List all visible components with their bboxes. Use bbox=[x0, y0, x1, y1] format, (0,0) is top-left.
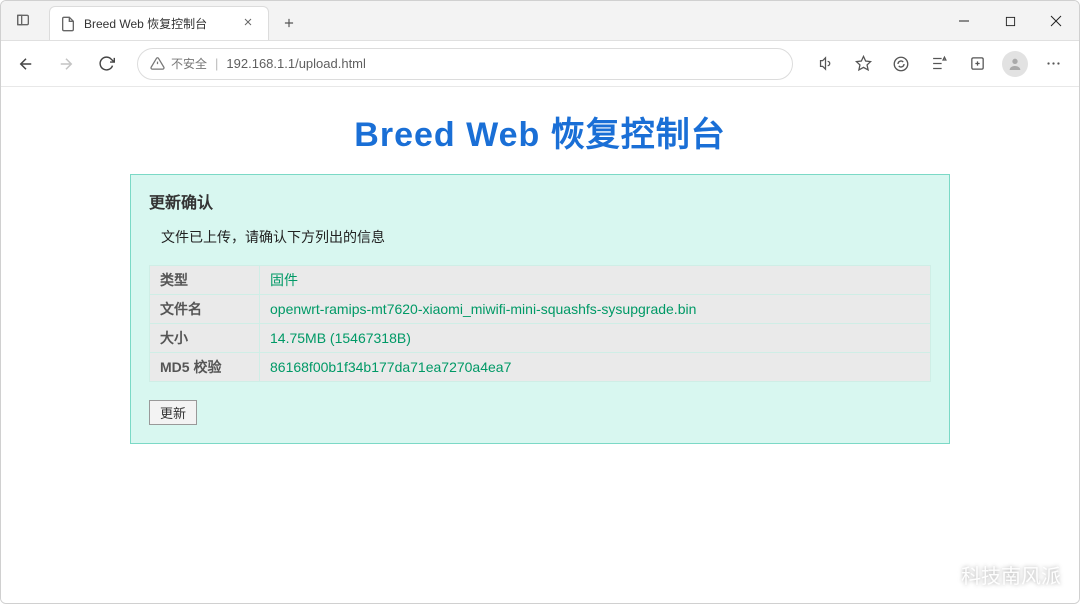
page-title: Breed Web 恢复控制台 bbox=[1, 107, 1079, 156]
info-table: 类型 固件 文件名 openwrt-ramips-mt7620-xiaomi_m… bbox=[149, 265, 931, 382]
browser-window: Breed Web 恢复控制台 不安全 | bbox=[0, 0, 1080, 604]
read-aloud-button[interactable] bbox=[807, 47, 843, 81]
more-button[interactable] bbox=[1035, 47, 1071, 81]
row-value-type: 固件 bbox=[260, 266, 931, 295]
page-viewport: Breed Web 恢复控制台 更新确认 文件已上传，请确认下方列出的信息 类型… bbox=[1, 87, 1079, 603]
favorite-button[interactable] bbox=[845, 47, 881, 81]
row-label-filename: 文件名 bbox=[150, 295, 260, 324]
window-maximize-button[interactable] bbox=[987, 1, 1033, 41]
warning-icon bbox=[150, 56, 165, 71]
table-row: MD5 校验 86168f00b1f34b177da71ea7270a4ea7 bbox=[150, 353, 931, 382]
tab-close-icon[interactable] bbox=[242, 16, 258, 32]
row-value-size: 14.75MB (15467318B) bbox=[260, 324, 931, 353]
window-minimize-button[interactable] bbox=[941, 1, 987, 41]
profile-button[interactable] bbox=[997, 47, 1033, 81]
panel-note: 文件已上传，请确认下方列出的信息 bbox=[161, 227, 931, 247]
avatar-icon bbox=[1002, 51, 1028, 77]
sync-button[interactable] bbox=[883, 47, 919, 81]
watermark: 科技南风派 bbox=[925, 560, 1061, 589]
watermark-text: 科技南风派 bbox=[961, 560, 1061, 589]
window-close-button[interactable] bbox=[1033, 1, 1079, 41]
update-button[interactable]: 更新 bbox=[149, 400, 197, 425]
new-tab-button[interactable] bbox=[275, 9, 303, 37]
row-value-filename: openwrt-ramips-mt7620-xiaomi_miwifi-mini… bbox=[260, 295, 931, 324]
row-label-md5: MD5 校验 bbox=[150, 353, 260, 382]
browser-tab[interactable]: Breed Web 恢复控制台 bbox=[49, 6, 269, 40]
refresh-button[interactable] bbox=[89, 47, 123, 81]
wechat-icon bbox=[925, 561, 953, 589]
panel-heading: 更新确认 bbox=[149, 189, 931, 213]
forward-button[interactable] bbox=[49, 47, 83, 81]
tab-actions-button[interactable] bbox=[1, 0, 45, 40]
table-row: 类型 固件 bbox=[150, 266, 931, 295]
titlebar: Breed Web 恢复控制台 bbox=[1, 1, 1079, 41]
row-label-size: 大小 bbox=[150, 324, 260, 353]
collections-button[interactable] bbox=[959, 47, 995, 81]
row-label-type: 类型 bbox=[150, 266, 260, 295]
browser-toolbar: 不安全 | 192.168.1.1/upload.html bbox=[1, 41, 1079, 87]
security-indicator[interactable]: 不安全 bbox=[150, 55, 207, 72]
row-value-md5: 86168f00b1f34b177da71ea7270a4ea7 bbox=[260, 353, 931, 382]
back-button[interactable] bbox=[9, 47, 43, 81]
security-label: 不安全 bbox=[171, 55, 207, 72]
url-text: 192.168.1.1/upload.html bbox=[226, 56, 366, 71]
window-controls bbox=[941, 1, 1079, 41]
tab-title: Breed Web 恢复控制台 bbox=[84, 15, 234, 32]
page-icon bbox=[60, 16, 76, 32]
table-row: 大小 14.75MB (15467318B) bbox=[150, 324, 931, 353]
table-row: 文件名 openwrt-ramips-mt7620-xiaomi_miwifi-… bbox=[150, 295, 931, 324]
confirm-panel: 更新确认 文件已上传，请确认下方列出的信息 类型 固件 文件名 openwrt-… bbox=[130, 174, 950, 444]
address-bar[interactable]: 不安全 | 192.168.1.1/upload.html bbox=[137, 48, 793, 80]
toolbar-right bbox=[807, 47, 1071, 81]
page-content: Breed Web 恢复控制台 更新确认 文件已上传，请确认下方列出的信息 类型… bbox=[1, 87, 1079, 444]
favorites-bar-button[interactable] bbox=[921, 47, 957, 81]
separator: | bbox=[215, 56, 218, 71]
